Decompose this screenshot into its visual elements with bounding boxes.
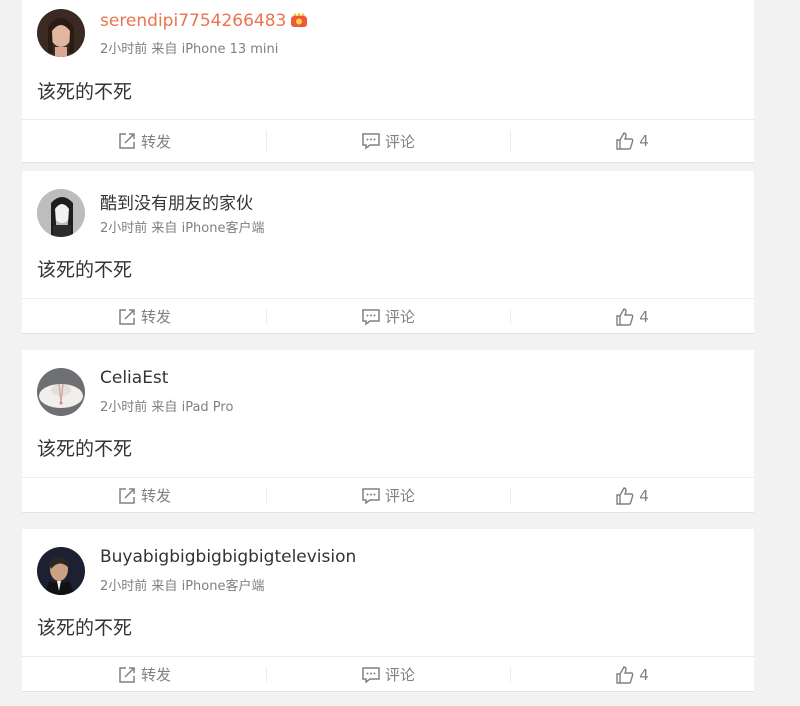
username[interactable]: CeliaEst [100, 368, 168, 388]
like-count: 4 [639, 307, 649, 326]
username-text[interactable]: CeliaEst [100, 368, 168, 388]
username[interactable]: Buyabigbigbigbigbigtelevision [100, 547, 356, 567]
comment-icon [362, 308, 380, 325]
repost-button[interactable]: 转发 [22, 478, 266, 513]
username-text[interactable]: Buyabigbigbigbigbigtelevision [100, 547, 356, 567]
source-prefix: 来自 [151, 400, 178, 415]
post-meta: 2小时前 来自 iPad Pro [100, 396, 233, 415]
thumbs-up-icon [616, 486, 634, 505]
post-time[interactable]: 2小时前 [100, 221, 147, 236]
vip-crown-icon[interactable] [290, 12, 308, 28]
comment-label: 评论 [384, 487, 415, 505]
comment-button[interactable]: 评论 [266, 478, 510, 513]
post-time[interactable]: 2小时前 [100, 579, 147, 594]
username-text[interactable]: 酷到没有朋友的家伙 [100, 194, 253, 214]
like-button[interactable]: 4 [510, 299, 754, 334]
like-count: 4 [639, 665, 649, 684]
post-content: 该死的不死 [37, 438, 133, 460]
like-count: 4 [639, 486, 649, 505]
comment-button[interactable]: 评论 [266, 657, 510, 692]
thumbs-up-icon [616, 132, 634, 150]
comment-label: 评论 [384, 132, 415, 151]
post-content: 该死的不死 [37, 259, 133, 281]
comment-label: 评论 [384, 308, 415, 326]
post-source: iPhone客户端 [181, 221, 265, 236]
repost-icon [119, 133, 135, 149]
repost-label: 转发 [140, 487, 171, 505]
avatar-image [37, 368, 85, 416]
post-source: iPhone 13 mini [181, 42, 279, 57]
repost-label: 转发 [140, 666, 171, 684]
source-prefix: 来自 [151, 221, 178, 236]
repost-label: 转发 [140, 132, 171, 151]
repost-icon [119, 308, 135, 325]
action-bar: 转发 评论 4 [22, 298, 754, 334]
source-prefix: 来自 [151, 579, 178, 594]
action-bar: 转发 评论 4 [22, 656, 754, 692]
post-card: serendipi7754266483 2小时前 来自 iPhone 13 mi… [22, 0, 754, 163]
avatar-image [37, 189, 85, 237]
repost-icon [119, 666, 135, 683]
comment-icon [362, 666, 380, 683]
like-button[interactable]: 4 [510, 120, 754, 162]
comment-button[interactable]: 评论 [266, 120, 510, 162]
post-time[interactable]: 2小时前 [100, 400, 147, 415]
comment-label: 评论 [384, 666, 415, 684]
comment-icon [362, 133, 380, 150]
like-button[interactable]: 4 [510, 657, 754, 692]
source-prefix: 来自 [151, 42, 178, 57]
post-meta: 2小时前 来自 iPhone客户端 [100, 575, 264, 594]
post-card: Buyabigbigbigbigbigtelevision 2小时前 来自 iP… [22, 529, 754, 692]
avatar-image [37, 547, 85, 595]
repost-label: 转发 [140, 308, 171, 326]
feed: serendipi7754266483 2小时前 来自 iPhone 13 mi… [0, 0, 800, 706]
repost-button[interactable]: 转发 [22, 120, 266, 162]
repost-button[interactable]: 转发 [22, 299, 266, 334]
comment-icon [362, 487, 380, 504]
thumbs-up-icon [616, 307, 634, 326]
post-time[interactable]: 2小时前 [100, 42, 147, 57]
action-bar: 转发 评论 4 [22, 477, 754, 513]
action-bar: 转发 评论 4 [22, 119, 754, 162]
avatar[interactable] [37, 368, 85, 416]
post-source: iPad Pro [181, 400, 234, 415]
repost-icon [119, 487, 135, 504]
comment-button[interactable]: 评论 [266, 299, 510, 334]
username-text[interactable]: serendipi7754266483 [100, 11, 286, 31]
post-card: CeliaEst 2小时前 来自 iPad Pro 该死的不死 转发 评论 4 [22, 350, 754, 513]
post-content: 该死的不死 [37, 81, 133, 103]
username[interactable]: 酷到没有朋友的家伙 [100, 189, 253, 214]
repost-button[interactable]: 转发 [22, 657, 266, 692]
like-count: 4 [639, 132, 649, 150]
post-meta: 2小时前 来自 iPhone客户端 [100, 217, 264, 236]
avatar[interactable] [37, 547, 85, 595]
thumbs-up-icon [616, 665, 634, 684]
avatar[interactable] [37, 9, 85, 57]
post-source: iPhone客户端 [181, 579, 265, 594]
post-content: 该死的不死 [37, 617, 133, 639]
avatar-image [37, 9, 85, 57]
post-meta: 2小时前 来自 iPhone 13 mini [100, 38, 278, 57]
like-button[interactable]: 4 [510, 478, 754, 513]
avatar[interactable] [37, 189, 85, 237]
username[interactable]: serendipi7754266483 [100, 11, 308, 31]
post-card: 酷到没有朋友的家伙 2小时前 来自 iPhone客户端 该死的不死 转发 评论 [22, 171, 754, 334]
